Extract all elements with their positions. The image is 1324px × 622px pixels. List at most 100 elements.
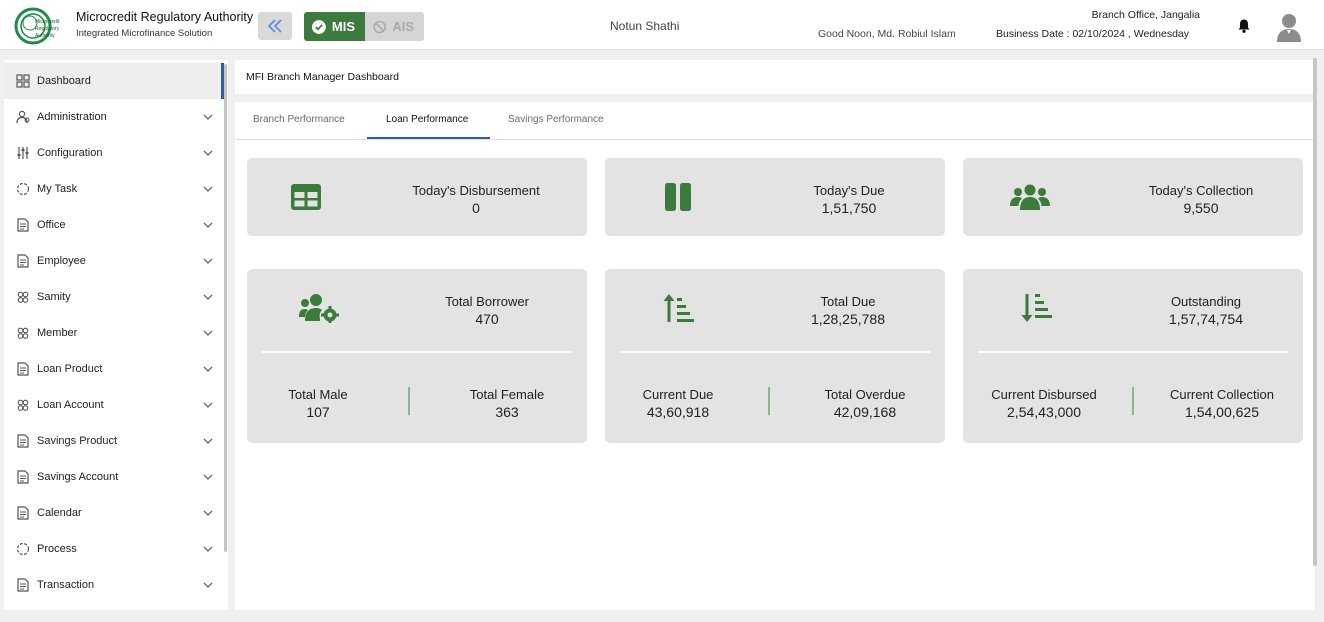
main-scrollbar[interactable]: [1313, 58, 1317, 566]
tabs-divider: [235, 139, 1315, 140]
sidebar-item-label: Loan Account: [37, 399, 104, 411]
chevron-down-icon: [203, 546, 213, 552]
stat-separator: [1132, 387, 1134, 415]
card-label: Total Borrower: [445, 294, 529, 309]
dashboard-panel: Branch Performance Loan Performance Savi…: [235, 102, 1315, 610]
tab-branch-performance[interactable]: Branch Performance: [253, 114, 345, 125]
sub-stat-value: 2,54,43,000: [1007, 404, 1081, 420]
sidebar-item-administration[interactable]: Administration: [4, 99, 224, 135]
card-label: Today's Due: [813, 183, 885, 198]
sub-stat-value: 43,60,918: [646, 404, 710, 420]
total-borrower-card: Total Borrower 470 Total Male 107 Total …: [247, 269, 587, 443]
page-title-bar: MFI Branch Manager Dashboard: [235, 60, 1315, 94]
group-icon: [17, 291, 29, 303]
card-value: 1,51,750: [821, 200, 877, 216]
sub-stat-value: 1,54,00,625: [1185, 404, 1259, 420]
card-divider: [978, 351, 1288, 353]
page-title: MFI Branch Manager Dashboard: [246, 71, 399, 83]
sidebar-item-loan-account[interactable]: Loan Account: [4, 387, 224, 423]
document-icon: [17, 578, 29, 592]
document-icon: [17, 506, 29, 520]
mra-logo-icon: Microcredit Regulatory Authority: [14, 7, 60, 45]
document-icon: [17, 470, 29, 484]
sidebar: Dashboard Administration Configuration My T…: [4, 60, 228, 610]
sidebar-item-member[interactable]: Member: [4, 315, 224, 351]
card-value: 1,57,74,754: [1169, 311, 1243, 327]
chevron-down-icon: [203, 294, 213, 300]
branch-office: Branch Office, Jangalia: [1091, 9, 1200, 21]
circle-dashed-icon: [16, 542, 30, 556]
sidebar-item-office[interactable]: Office: [4, 207, 224, 243]
group-icon: [17, 327, 29, 339]
sidebar-item-dashboard[interactable]: Dashboard: [4, 63, 224, 99]
sidebar-item-loan-product[interactable]: Loan Product: [4, 351, 224, 387]
sidebar-item-label: Employee: [37, 255, 86, 267]
sidebar-item-label: Administration: [37, 111, 107, 123]
pause-icon: [665, 183, 691, 211]
sidebar-scrollbar[interactable]: [224, 64, 227, 552]
chevron-down-icon: [203, 402, 213, 408]
sidebar-item-process[interactable]: Process: [4, 531, 224, 567]
sidebar-item-transaction[interactable]: Transaction: [4, 567, 224, 603]
card-label: Today's Collection: [1148, 183, 1254, 198]
svg-text:Microcredit: Microcredit: [35, 19, 60, 25]
sidebar-item-savings-product[interactable]: Savings Product: [4, 423, 224, 459]
sub-stat-label: Current Due: [642, 387, 714, 402]
sub-stat-label: Total Female: [469, 387, 545, 402]
stat-separator: [408, 387, 410, 415]
check-circle-icon: [312, 19, 326, 34]
todays-disbursement-card: Today's Disbursement 0: [247, 158, 587, 236]
sidebar-item-label: Process: [37, 543, 77, 555]
sidebar-item-label: Loan Product: [37, 363, 103, 375]
brand-title: Microcredit Regulatory Authority: [76, 10, 254, 24]
table-grid-icon: [291, 184, 321, 210]
card-label: Today's Disbursement: [412, 183, 540, 198]
business-date: Business Date : 02/10/2024 , Wednesday: [996, 28, 1190, 40]
ais-label: AIS: [392, 19, 414, 34]
card-divider: [620, 351, 930, 353]
sub-stat-value: 42,09,168: [833, 404, 897, 420]
svg-text:Regulatory: Regulatory: [35, 26, 60, 32]
card-value: 9,550: [1183, 200, 1219, 216]
users-gear-icon: [299, 294, 339, 323]
mis-mode-button[interactable]: MIS: [304, 12, 365, 41]
sidebar-item-samity[interactable]: Samity: [4, 279, 224, 315]
sub-stat-value: 363: [495, 404, 519, 420]
sort-up-icon: [663, 294, 694, 322]
dashboard-grid-icon: [16, 74, 30, 88]
sidebar-item-label: Office: [37, 219, 66, 231]
chevron-down-icon: [203, 510, 213, 516]
module-switch: MIS AIS: [304, 12, 424, 41]
document-icon: [17, 362, 29, 376]
chevron-down-icon: [203, 258, 213, 264]
sidebar-collapse-button[interactable]: [258, 12, 292, 40]
circle-dashed-icon: [16, 182, 30, 196]
sidebar-item-savings-account[interactable]: Savings Account: [4, 459, 224, 495]
sub-stat-label: Total Overdue: [824, 387, 906, 402]
sidebar-item-label: Dashboard: [37, 75, 91, 87]
sidebar-item-configuration[interactable]: Configuration: [4, 135, 224, 171]
tab-savings-performance[interactable]: Savings Performance: [508, 114, 604, 125]
admin-users-icon: [16, 110, 30, 124]
sidebar-item-label: My Task: [37, 183, 78, 195]
sub-stat-label: Current Disbursed: [991, 387, 1097, 402]
mis-label: MIS: [331, 19, 355, 34]
ban-icon: [373, 20, 386, 33]
user-greeting: Good Noon, Md. Robiul Islam: [818, 28, 956, 40]
sidebar-item-my-task[interactable]: My Task: [4, 171, 224, 207]
ais-mode-button[interactable]: AIS: [365, 12, 424, 41]
brand-subtitle: Integrated Microfinance Solution: [76, 28, 213, 39]
tab-loan-performance[interactable]: Loan Performance: [386, 114, 468, 125]
bell-icon[interactable]: [1236, 18, 1252, 34]
sidebar-item-calendar[interactable]: Calendar: [4, 495, 224, 531]
sidebar-item-label: Configuration: [37, 147, 103, 159]
sidebar-item-employee[interactable]: Employee: [4, 243, 224, 279]
card-value: 0: [472, 200, 480, 216]
document-icon: [17, 254, 29, 268]
top-header: Microcredit Regulatory Authority Microcr…: [0, 0, 1324, 50]
card-divider: [262, 351, 572, 353]
double-chevron-left-icon: [267, 19, 282, 33]
sidebar-item-label: Transaction: [37, 579, 95, 591]
card-value: 1,28,25,788: [811, 311, 885, 327]
user-avatar-icon[interactable]: [1276, 12, 1302, 42]
